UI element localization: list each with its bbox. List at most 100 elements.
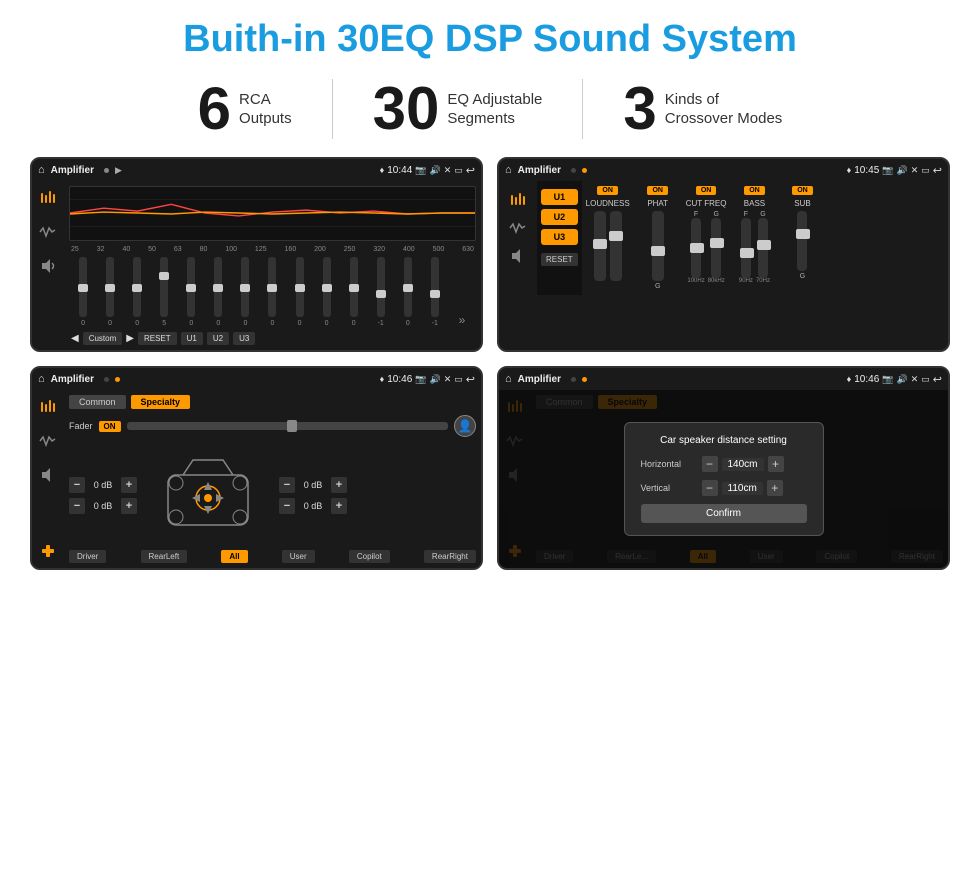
fl-minus-btn[interactable]: − bbox=[69, 477, 85, 493]
home-icon-4[interactable]: ⌂ bbox=[505, 373, 512, 385]
home-icon-1[interactable]: ⌂ bbox=[38, 164, 45, 176]
rr-minus-btn[interactable]: − bbox=[279, 498, 295, 514]
status-bar-2: ⌂ Amplifier ♦ 10:45 📷 🔊 ✕ ▭ ↩ bbox=[499, 159, 948, 181]
sidebar-wave-icon[interactable] bbox=[37, 221, 59, 243]
sidebar-wave-icon-2[interactable] bbox=[507, 217, 529, 239]
fader-on-btn[interactable]: ON bbox=[99, 421, 121, 432]
slider-track-5[interactable] bbox=[214, 257, 222, 317]
rl-plus-btn[interactable]: + bbox=[121, 498, 137, 514]
u2-btn-1[interactable]: U2 bbox=[207, 332, 229, 345]
cutfreq-on-btn[interactable]: ON bbox=[696, 186, 717, 195]
u3-btn-1[interactable]: U3 bbox=[233, 332, 255, 345]
reset-btn-1[interactable]: RESET bbox=[138, 332, 177, 345]
slider-thumb-13[interactable] bbox=[430, 290, 440, 298]
custom-btn[interactable]: Custom bbox=[83, 332, 123, 345]
phat-on-btn[interactable]: ON bbox=[647, 186, 668, 195]
slider-track-0[interactable] bbox=[79, 257, 87, 317]
sub-on-btn[interactable]: ON bbox=[792, 186, 813, 195]
driver-btn[interactable]: Driver bbox=[69, 550, 106, 563]
slider-track-3[interactable] bbox=[160, 257, 168, 317]
slider-track-11[interactable] bbox=[377, 257, 385, 317]
u3-preset-btn[interactable]: U3 bbox=[541, 229, 578, 245]
back-icon-3[interactable]: ↩ bbox=[466, 373, 475, 386]
bass-slider-g[interactable] bbox=[758, 218, 768, 278]
slider-thumb-1[interactable] bbox=[105, 284, 115, 292]
sidebar-speaker-icon[interactable] bbox=[37, 255, 59, 277]
slider-track-7[interactable] bbox=[268, 257, 276, 317]
bass-on-btn[interactable]: ON bbox=[744, 186, 765, 195]
sidebar-eq-icon-2[interactable] bbox=[507, 189, 529, 211]
fl-plus-btn[interactable]: + bbox=[121, 477, 137, 493]
loudness-on-btn[interactable]: ON bbox=[597, 186, 618, 195]
rearleft-btn[interactable]: RearLeft bbox=[141, 550, 188, 563]
slider-thumb-7[interactable] bbox=[267, 284, 277, 292]
slider-track-12[interactable] bbox=[404, 257, 412, 317]
channel-phat: ON PHAT G bbox=[638, 186, 678, 290]
slider-thumb-11[interactable] bbox=[376, 290, 386, 298]
tab-specialty[interactable]: Specialty bbox=[131, 395, 191, 409]
slider-track-1[interactable] bbox=[106, 257, 114, 317]
next-btn-eq[interactable]: ▶ bbox=[126, 333, 134, 344]
slider-thumb-4[interactable] bbox=[186, 284, 196, 292]
tab-common[interactable]: Common bbox=[69, 395, 126, 409]
loudness-slider-1[interactable] bbox=[594, 211, 606, 281]
sidebar-wave-icon-3[interactable] bbox=[37, 430, 59, 452]
cutfreq-slider-g[interactable] bbox=[711, 218, 721, 278]
slider-thumb-12[interactable] bbox=[403, 284, 413, 292]
home-icon-2[interactable]: ⌂ bbox=[505, 164, 512, 176]
fr-minus-btn[interactable]: − bbox=[279, 477, 295, 493]
sidebar-speaker-icon-3[interactable] bbox=[37, 464, 59, 486]
rearright-btn[interactable]: RearRight bbox=[424, 550, 476, 563]
slider-track-4[interactable] bbox=[187, 257, 195, 317]
loudness-slider-2[interactable] bbox=[610, 211, 622, 281]
back-icon-1[interactable]: ↩ bbox=[466, 164, 475, 177]
u2-preset-btn[interactable]: U2 bbox=[541, 209, 578, 225]
horizontal-minus-btn[interactable]: − bbox=[702, 456, 718, 472]
sub-slider[interactable] bbox=[797, 211, 807, 271]
sidebar-speaker-icon-2[interactable] bbox=[507, 245, 529, 267]
slider-thumb-2[interactable] bbox=[132, 284, 142, 292]
fader-slider[interactable] bbox=[127, 422, 448, 430]
home-icon-3[interactable]: ⌂ bbox=[38, 373, 45, 385]
sidebar-eq-icon[interactable] bbox=[37, 187, 59, 209]
fr-plus-btn[interactable]: + bbox=[331, 477, 347, 493]
slider-track-2[interactable] bbox=[133, 257, 141, 317]
slider-thumb-8[interactable] bbox=[295, 284, 305, 292]
vertical-plus-btn[interactable]: + bbox=[767, 480, 783, 496]
sidebar-eq-icon-3[interactable] bbox=[37, 396, 59, 418]
bass-slider-f[interactable] bbox=[741, 218, 751, 278]
slider-track-10[interactable] bbox=[350, 257, 358, 317]
prev-btn-eq[interactable]: ◀ bbox=[71, 333, 79, 344]
confirm-button[interactable]: Confirm bbox=[641, 504, 807, 523]
back-icon-4[interactable]: ↩ bbox=[933, 373, 942, 386]
phat-slider[interactable] bbox=[652, 211, 664, 281]
horizontal-plus-btn[interactable]: + bbox=[768, 456, 784, 472]
slider-thumb-3[interactable] bbox=[159, 272, 169, 280]
sidebar-balance-icon-3[interactable] bbox=[37, 540, 59, 562]
slider-thumb-10[interactable] bbox=[349, 284, 359, 292]
slider-thumb-6[interactable] bbox=[240, 284, 250, 292]
slider-track-13[interactable] bbox=[431, 257, 439, 317]
bass-sliders: F 90Hz G bbox=[739, 211, 770, 284]
back-icon-2[interactable]: ↩ bbox=[933, 164, 942, 177]
slider-track-8[interactable] bbox=[296, 257, 304, 317]
u1-btn-1[interactable]: U1 bbox=[181, 332, 203, 345]
slider-thumb-9[interactable] bbox=[322, 284, 332, 292]
vertical-minus-btn[interactable]: − bbox=[702, 480, 718, 496]
eq-slider-6: 0 bbox=[233, 257, 257, 327]
u1-preset-btn[interactable]: U1 bbox=[541, 189, 578, 205]
user-btn[interactable]: User bbox=[282, 550, 315, 563]
rr-plus-btn[interactable]: + bbox=[331, 498, 347, 514]
all-btn[interactable]: All bbox=[221, 550, 247, 563]
reset-btn-amp2[interactable]: RESET bbox=[541, 253, 578, 266]
slider-track-9[interactable] bbox=[323, 257, 331, 317]
user-profile-icon[interactable]: 👤 bbox=[454, 415, 476, 437]
slider-track-6[interactable] bbox=[241, 257, 249, 317]
more-icon[interactable]: » bbox=[459, 313, 466, 327]
slider-thumb-0[interactable] bbox=[78, 284, 88, 292]
amp-title-2: Amplifier bbox=[518, 165, 561, 176]
rl-minus-btn[interactable]: − bbox=[69, 498, 85, 514]
cutfreq-slider-f[interactable] bbox=[691, 218, 701, 278]
copilot-btn[interactable]: Copilot bbox=[349, 550, 390, 563]
slider-thumb-5[interactable] bbox=[213, 284, 223, 292]
